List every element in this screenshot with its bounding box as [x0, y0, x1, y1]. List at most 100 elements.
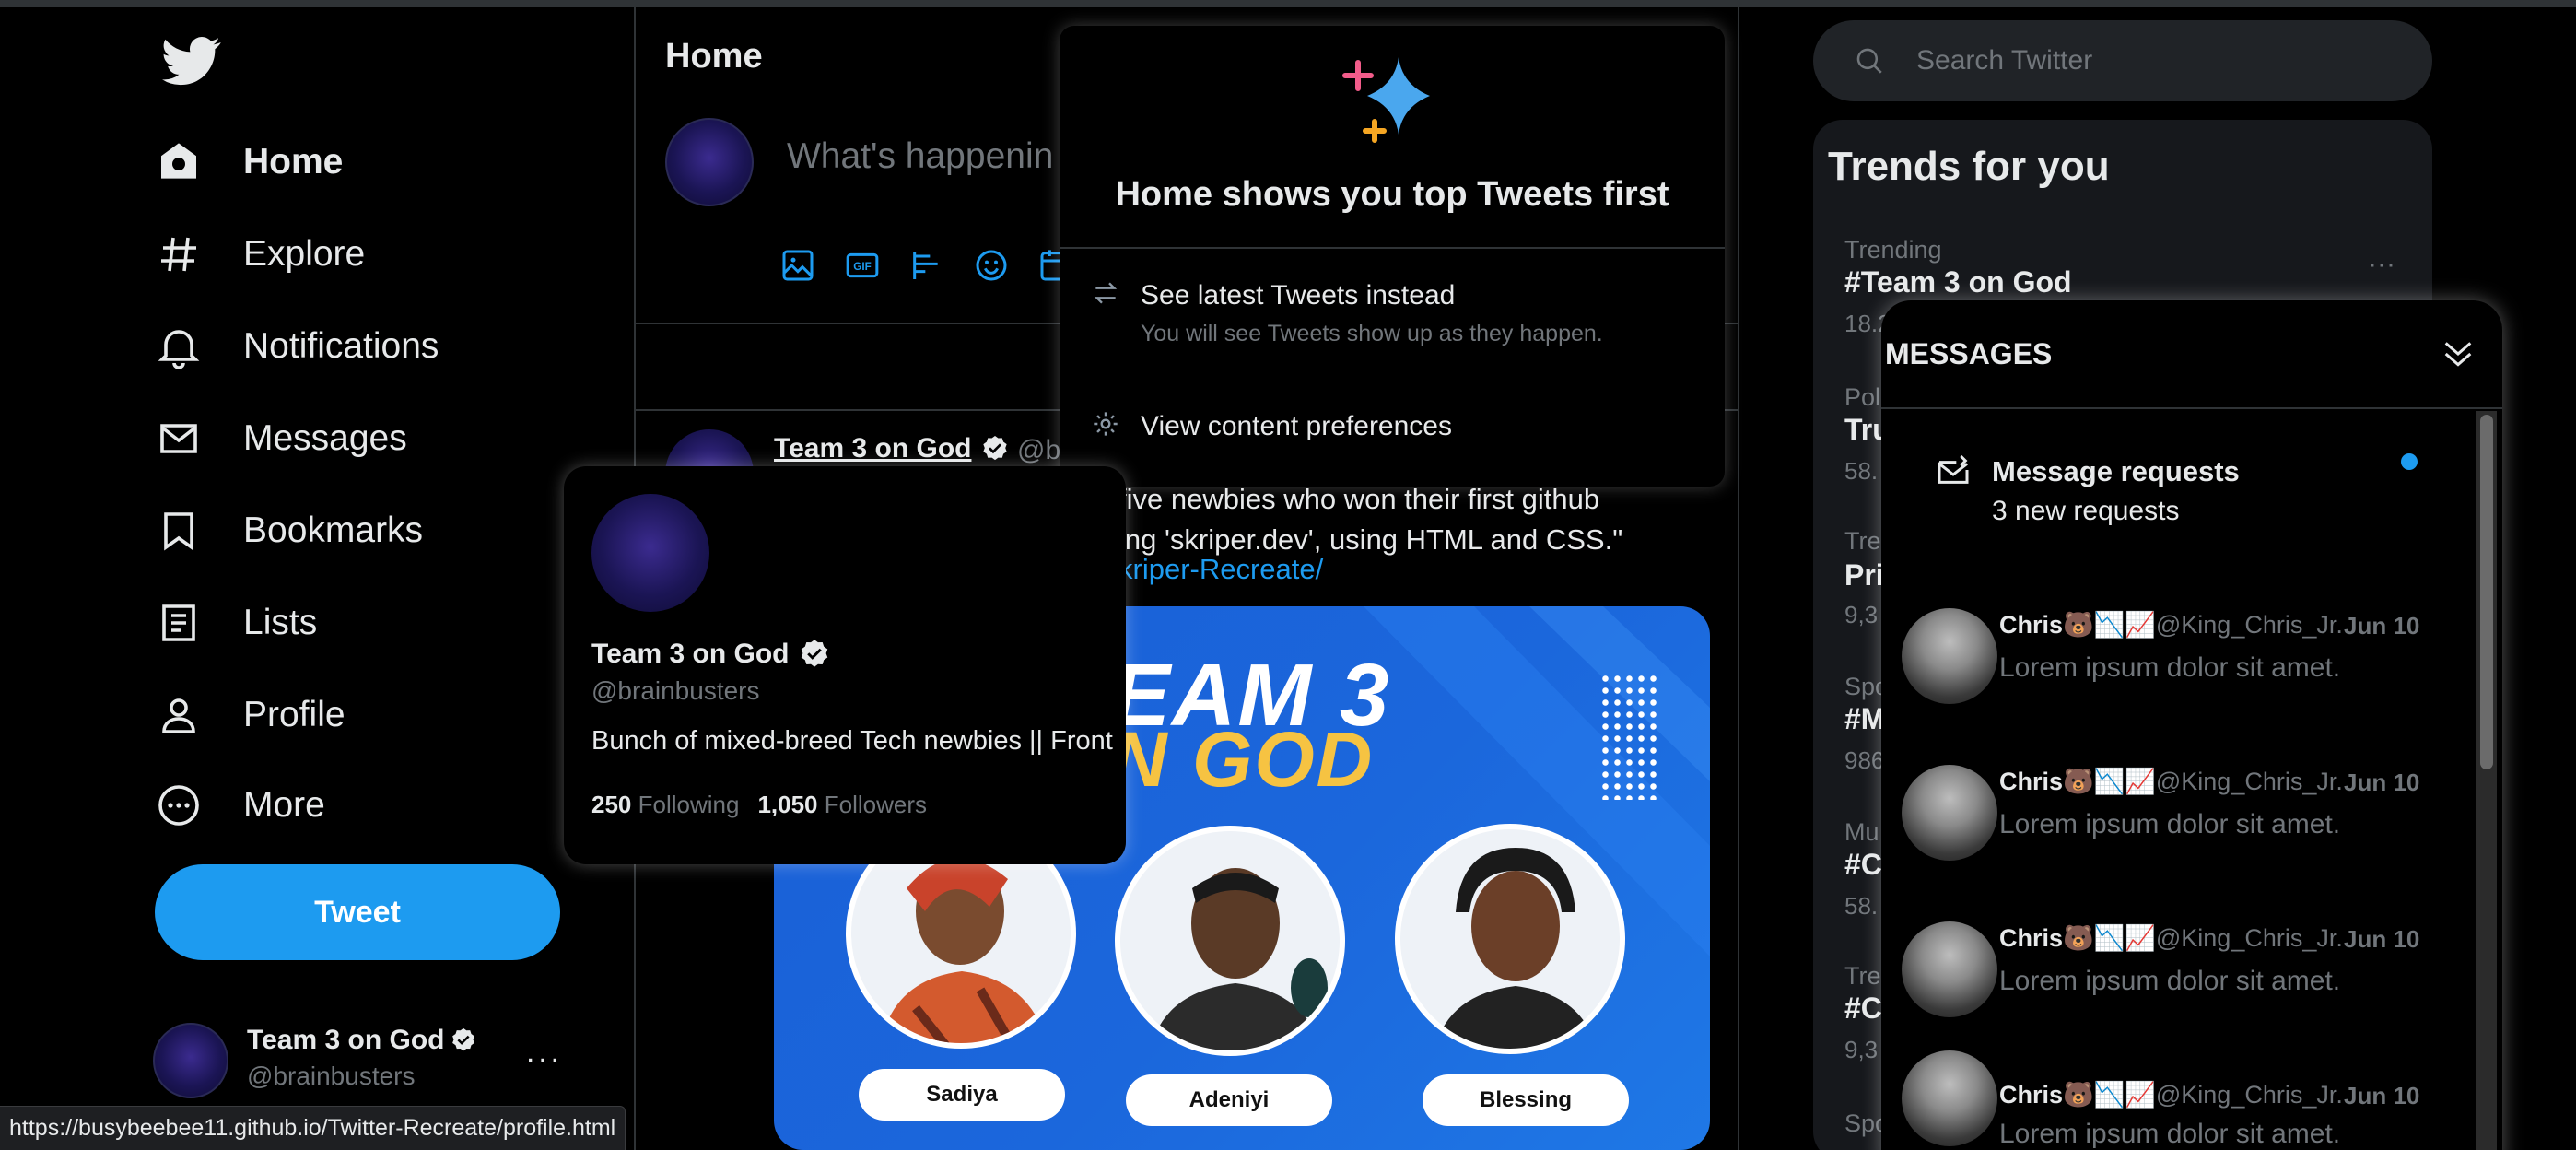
person-icon [162, 698, 195, 733]
dm-name: Chris🐻📉📈 [1999, 1081, 2156, 1109]
search-icon [1856, 48, 1882, 74]
dm-preview: Lorem ipsum dolor sit amet. [1999, 652, 2341, 683]
tweet-author-row[interactable]: Team 3 on God [774, 433, 1010, 464]
poll-icon[interactable] [908, 247, 945, 284]
compose-input[interactable]: What's happenin [787, 136, 1053, 177]
trend-count: 9,3 [1844, 601, 1879, 628]
nav-label-more: More [243, 785, 325, 825]
following-count: 250 [591, 791, 632, 818]
trend-count: 58. [1844, 892, 1879, 920]
account-name-row[interactable]: Team 3 on God [247, 1025, 477, 1056]
chevron-double-down-icon[interactable] [2440, 335, 2476, 372]
followers-stat[interactable]: 1,050 Followers [757, 791, 927, 819]
dm-header[interactable]: Chris🐻📉📈@King_Chris_Jr. [1999, 1080, 2343, 1109]
dm-name: Chris🐻📉📈 [1999, 611, 2156, 639]
image-title-line2: N GOD [1111, 716, 1375, 803]
account-avatar[interactable] [153, 1023, 228, 1098]
see-latest-subtitle: You will see Tweets show up as they happ… [1141, 321, 1603, 346]
tweet-link[interactable]: kriper-Recreate/ [1118, 553, 1323, 586]
followers-label: Followers [824, 791, 928, 818]
nav-item-messages[interactable]: Messages [157, 400, 599, 477]
hover-card-name: Team 3 on God [591, 639, 790, 669]
sparkle-icon [1342, 57, 1430, 143]
dm-preview: Lorem ipsum dolor sit amet. [1999, 809, 2341, 839]
dm-header[interactable]: Chris🐻📉📈@King_Chris_Jr. [1999, 767, 2343, 796]
following-stat[interactable]: 250 Following [591, 791, 739, 819]
dm-avatar[interactable] [1902, 921, 1997, 1017]
portrait-blessing [1395, 824, 1625, 1054]
see-latest-option[interactable]: See latest Tweets instead You will see T… [1141, 280, 1603, 347]
hover-card-name-row[interactable]: Team 3 on God [591, 638, 831, 671]
emoji-icon[interactable] [973, 247, 1010, 284]
search-input[interactable]: Search Twitter [1916, 45, 2092, 76]
message-requests-title[interactable]: Message requests [1992, 455, 2240, 488]
trend-category: Mu [1844, 818, 1879, 846]
gif-icon[interactable]: GIF [844, 247, 881, 284]
account-more-button[interactable]: ··· [525, 1041, 562, 1077]
nav-item-bookmarks[interactable]: Bookmarks [157, 492, 599, 569]
trend-name[interactable]: #M [1844, 702, 1885, 736]
name-pill-adeniyi: Adeniyi [1126, 1074, 1332, 1126]
trend-name[interactable]: #C [1844, 848, 1882, 882]
bell-icon [158, 330, 200, 369]
dot-grid-decoration [1599, 673, 1658, 800]
trend-name[interactable]: Pri [1844, 558, 1884, 593]
following-label: Following [638, 791, 740, 818]
name-pill-sadiya: Sadiya [859, 1069, 1065, 1121]
tweet-author: Team 3 on God [774, 433, 972, 464]
nav-item-profile[interactable]: Profile [157, 676, 599, 754]
nav-item-more[interactable]: More [157, 767, 599, 844]
svg-text:GIF: GIF [853, 261, 871, 273]
trend-name[interactable]: #C [1844, 992, 1882, 1026]
trend-count: 986 [1844, 746, 1885, 774]
popup-title: Home shows you top Tweets first [1115, 175, 1669, 214]
trend-category: Pol [1844, 383, 1881, 411]
dm-handle: @King_Chris_Jr. [2155, 1081, 2343, 1109]
page-title: Home [665, 37, 763, 76]
dm-avatar[interactable] [1902, 608, 1997, 704]
trends-title: Trends for you [1828, 144, 2110, 189]
search-bar[interactable]: Search Twitter [1813, 20, 2432, 101]
tweet-button[interactable]: Tweet [155, 864, 560, 960]
dm-date: Jun 10 [2344, 769, 2420, 796]
dm-preview: Lorem ipsum dolor sit amet. [1999, 1119, 2341, 1149]
see-latest-title: See latest Tweets instead [1141, 280, 1456, 311]
messages-scrollbar-thumb[interactable] [2480, 415, 2493, 769]
trend-category: Tre [1844, 962, 1881, 990]
nav-label-home: Home [243, 142, 344, 182]
trend-category: Tre [1844, 527, 1881, 555]
name-pill-blessing: Blessing [1423, 1074, 1629, 1126]
hover-card-avatar[interactable] [591, 494, 709, 612]
dm-handle: @King_Chris_Jr. [2155, 924, 2343, 952]
image-icon[interactable] [779, 247, 816, 284]
swap-arrows-icon [1094, 282, 1118, 304]
trend-category: Trending [1844, 236, 1942, 264]
dm-avatar[interactable] [1902, 1050, 1997, 1146]
dm-handle: @King_Chris_Jr. [2155, 611, 2343, 639]
trend-count: 58. [1844, 457, 1879, 485]
message-request-icon [1938, 454, 1969, 484]
dm-header[interactable]: Chris🐻📉📈@King_Chris_Jr. [1999, 610, 2343, 640]
dm-preview: Lorem ipsum dolor sit amet. [1999, 966, 2341, 996]
nav-item-home[interactable]: Home [157, 123, 599, 201]
nav-label-notifications: Notifications [243, 326, 439, 366]
twitter-logo-icon[interactable] [162, 31, 221, 90]
portrait-adeniyi [1115, 826, 1345, 1056]
trend-more-button[interactable]: ··· [2368, 249, 2395, 280]
compose-avatar[interactable] [665, 118, 754, 206]
hashtag-icon [161, 237, 196, 272]
dm-date: Jun 10 [2344, 1082, 2420, 1109]
message-requests-count: 3 new requests [1992, 496, 2180, 526]
more-circle-icon [158, 785, 199, 826]
dm-avatar[interactable] [1902, 765, 1997, 861]
nav-item-lists[interactable]: Lists [157, 584, 599, 662]
dm-header[interactable]: Chris🐻📉📈@King_Chris_Jr. [1999, 923, 2343, 953]
bookmark-icon [164, 512, 193, 551]
nav-item-explore[interactable]: Explore [157, 216, 599, 293]
nav-item-notifications[interactable]: Notifications [157, 308, 599, 385]
trend-name[interactable]: #Team 3 on God [1844, 265, 2072, 299]
nav-label-lists: Lists [243, 603, 318, 642]
view-content-preferences[interactable]: View content preferences [1141, 411, 1452, 442]
nav-label-bookmarks: Bookmarks [243, 510, 424, 550]
unread-indicator [2401, 453, 2418, 470]
